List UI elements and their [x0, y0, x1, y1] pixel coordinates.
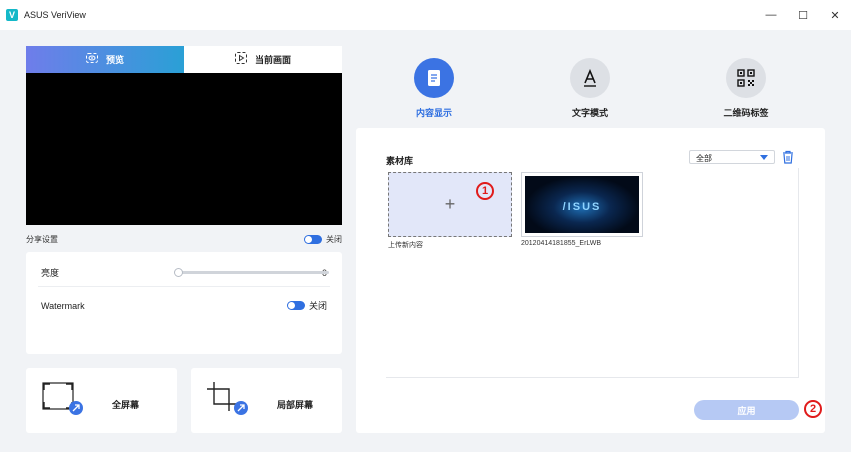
- tab-preview[interactable]: 预览: [26, 46, 184, 73]
- mode-content-display-label: 内容显示: [415, 108, 452, 118]
- qrcode-icon: [737, 69, 755, 87]
- library-filter-select[interactable]: 全部: [689, 150, 775, 164]
- annotation-marker-2: 2: [804, 400, 822, 418]
- app-logo-icon: V: [6, 9, 18, 21]
- title-bar: V ASUS VeriView — ☐ ✕: [0, 0, 851, 30]
- chevron-down-icon: [760, 155, 768, 160]
- share-toggle-state: 关闭: [326, 234, 342, 244]
- maximize-button[interactable]: ☐: [787, 0, 819, 30]
- library-filter-value: 全部: [696, 154, 712, 163]
- share-toggle[interactable]: [304, 234, 322, 244]
- upload-content-button[interactable]: +: [388, 172, 512, 237]
- brightness-row: 亮度 0: [41, 266, 329, 279]
- content-library-panel: 素材库 全部 + 上传新内容 /ISUS 20120414181855_ErLW…: [356, 128, 825, 433]
- asus-logo-image: /ISUS: [562, 201, 602, 213]
- tab-preview-label: 预览: [105, 55, 124, 65]
- partial-screen-label: 局部屏幕: [277, 400, 314, 410]
- mode-qrcode-label: 二维码标签: [723, 108, 769, 118]
- share-settings-label: 分享设置: [26, 234, 58, 244]
- eye-icon: [85, 53, 98, 66]
- apply-button[interactable]: 应用: [694, 400, 799, 420]
- library-title: 素材库: [386, 156, 414, 166]
- brightness-label: 亮度: [41, 268, 60, 278]
- brightness-slider[interactable]: [174, 268, 329, 277]
- document-icon: [428, 70, 440, 86]
- watermark-toggle[interactable]: [286, 301, 305, 310]
- close-button[interactable]: ✕: [819, 0, 851, 30]
- window-title: ASUS VeriView: [24, 10, 86, 20]
- preview-video-area: [26, 73, 342, 225]
- settings-divider: [38, 286, 330, 287]
- fullscreen-label: 全屏幕: [112, 400, 140, 410]
- trash-icon[interactable]: [782, 150, 794, 167]
- annotation-marker-1: 1: [476, 182, 494, 200]
- mode-content-display[interactable]: 内容显示: [394, 58, 474, 119]
- brightness-slider-thumb[interactable]: [174, 268, 183, 277]
- window-controls: — ☐ ✕: [755, 0, 851, 30]
- library-item-caption: 20120414181855_ErLWB: [521, 240, 602, 247]
- text-a-icon: [584, 69, 596, 87]
- tab-current-screen[interactable]: 当前画面: [184, 46, 342, 73]
- fullscreen-icon: [42, 382, 83, 415]
- watermark-label: Watermark: [41, 300, 85, 311]
- share-settings-row: 分享设置 关闭: [26, 232, 342, 246]
- mode-qrcode[interactable]: 二维码标签: [706, 58, 786, 119]
- preview-tabs: 预览 当前画面: [26, 46, 342, 73]
- fullscreen-button[interactable]: 全屏幕: [26, 368, 177, 433]
- library-item-thumbnail[interactable]: /ISUS: [521, 172, 643, 237]
- watermark-row: Watermark 关闭: [41, 299, 327, 312]
- play-frame-icon: [234, 52, 247, 67]
- partial-screen-button[interactable]: 局部屏幕: [191, 368, 342, 433]
- mode-text[interactable]: 文字模式: [550, 58, 630, 119]
- upload-caption: 上传新内容: [388, 242, 423, 249]
- tab-current-screen-label: 当前画面: [254, 55, 291, 65]
- mode-text-label: 文字模式: [571, 108, 608, 118]
- watermark-toggle-state: 关闭: [308, 301, 327, 311]
- settings-panel: 亮度 0 Watermark 关闭: [26, 252, 342, 354]
- minimize-button[interactable]: —: [755, 0, 787, 30]
- crop-icon: [207, 382, 248, 415]
- plus-icon: +: [444, 194, 456, 214]
